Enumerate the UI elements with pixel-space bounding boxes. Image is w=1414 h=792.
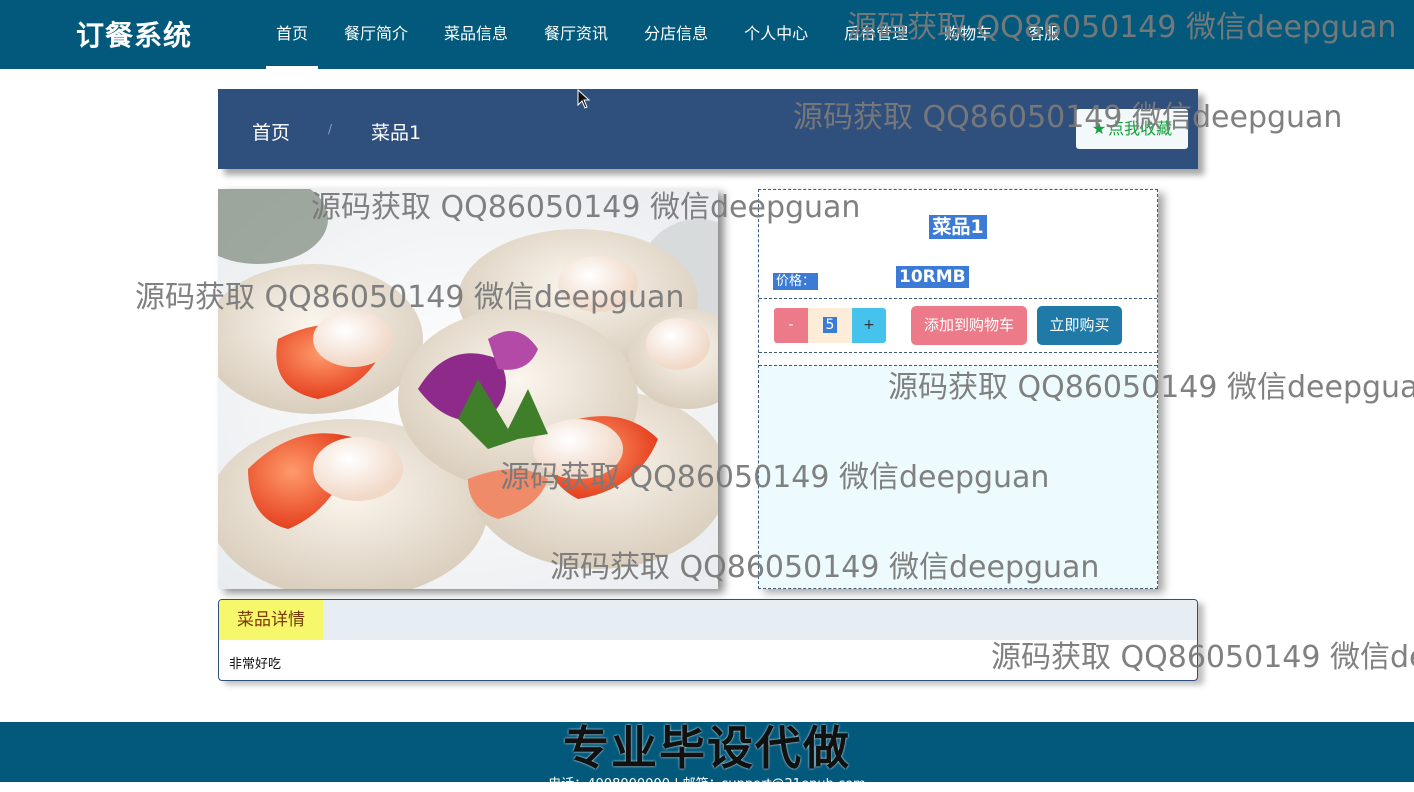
breadcrumb: 首页 / 菜品1 ★ 点我收藏 xyxy=(218,89,1198,169)
app-logo-title[interactable]: 订餐系统 xyxy=(76,14,192,54)
favorite-button-label: 点我收藏 xyxy=(1108,119,1173,138)
quantity-decrement-button[interactable]: - xyxy=(774,308,808,343)
product-detail-panel: 菜品详情 非常好吃 xyxy=(218,599,1198,681)
nav-item-service[interactable]: 客服 xyxy=(1010,0,1078,69)
nav-item-news[interactable]: 餐厅资讯 xyxy=(526,0,626,69)
scallop-dish-photo-icon xyxy=(218,189,718,589)
nav-item-home[interactable]: 首页 xyxy=(258,0,326,69)
nav-item-about[interactable]: 餐厅简介 xyxy=(326,0,426,69)
price-value-wrap: 10RMB xyxy=(896,266,969,288)
breadcrumb-current: 菜品1 xyxy=(371,122,422,144)
nav-item-profile[interactable]: 个人中心 xyxy=(726,0,826,69)
footer: 专业毕设代做 电话：4008000000 | 邮箱：support@21epub… xyxy=(0,721,1414,792)
top-nav-bar: 订餐系统 首页 餐厅简介 菜品信息 餐厅资讯 分店信息 个人中心 后台管理 购物… xyxy=(0,0,1414,69)
divider xyxy=(759,298,1157,299)
footer-contact: 电话：4008000000 | 邮箱：support@21epub.com xyxy=(548,777,866,792)
product-image xyxy=(218,189,718,589)
buy-now-button[interactable]: 立即购买 xyxy=(1037,306,1122,345)
nav-item-cart[interactable]: 购物车 xyxy=(926,0,1010,69)
star-icon: ★ xyxy=(1091,119,1107,138)
product-name: 菜品1 xyxy=(929,215,987,239)
detail-tab-bar: 菜品详情 xyxy=(219,600,1197,640)
tab-dish-details[interactable]: 菜品详情 xyxy=(219,600,323,640)
detail-description: 非常好吃 xyxy=(229,657,282,672)
price-label: 价格： xyxy=(773,270,819,290)
mouse-cursor-icon xyxy=(577,89,591,109)
main-nav: 首页 餐厅简介 菜品信息 餐厅资讯 分店信息 个人中心 后台管理 购物车 客服 xyxy=(258,0,1078,69)
quantity-increment-button[interactable]: + xyxy=(852,308,886,343)
divider xyxy=(759,352,1157,353)
add-to-cart-button[interactable]: 添加到购物车 xyxy=(911,306,1027,345)
favorite-button[interactable]: ★ 点我收藏 xyxy=(1076,109,1188,149)
nav-item-dishes[interactable]: 菜品信息 xyxy=(426,0,526,69)
nav-item-admin[interactable]: 后台管理 xyxy=(826,0,926,69)
nav-item-branches[interactable]: 分店信息 xyxy=(626,0,726,69)
quantity-value: 5 xyxy=(822,317,838,333)
price-value: 10RMB xyxy=(896,266,969,288)
product-info-lower-area xyxy=(759,365,1157,588)
breadcrumb-home-link[interactable]: 首页 xyxy=(252,118,290,145)
quantity-input[interactable]: 5 xyxy=(808,308,852,343)
price-label-text: 价格： xyxy=(773,273,819,290)
product-name-wrap: 菜品1 xyxy=(759,212,1157,239)
footer-title: 专业毕设代做 xyxy=(563,721,851,775)
product-info-panel: 菜品1 价格： 10RMB - 5 + 添加到购物车 立即购买 xyxy=(758,189,1158,589)
breadcrumb-separator: / xyxy=(328,122,333,136)
